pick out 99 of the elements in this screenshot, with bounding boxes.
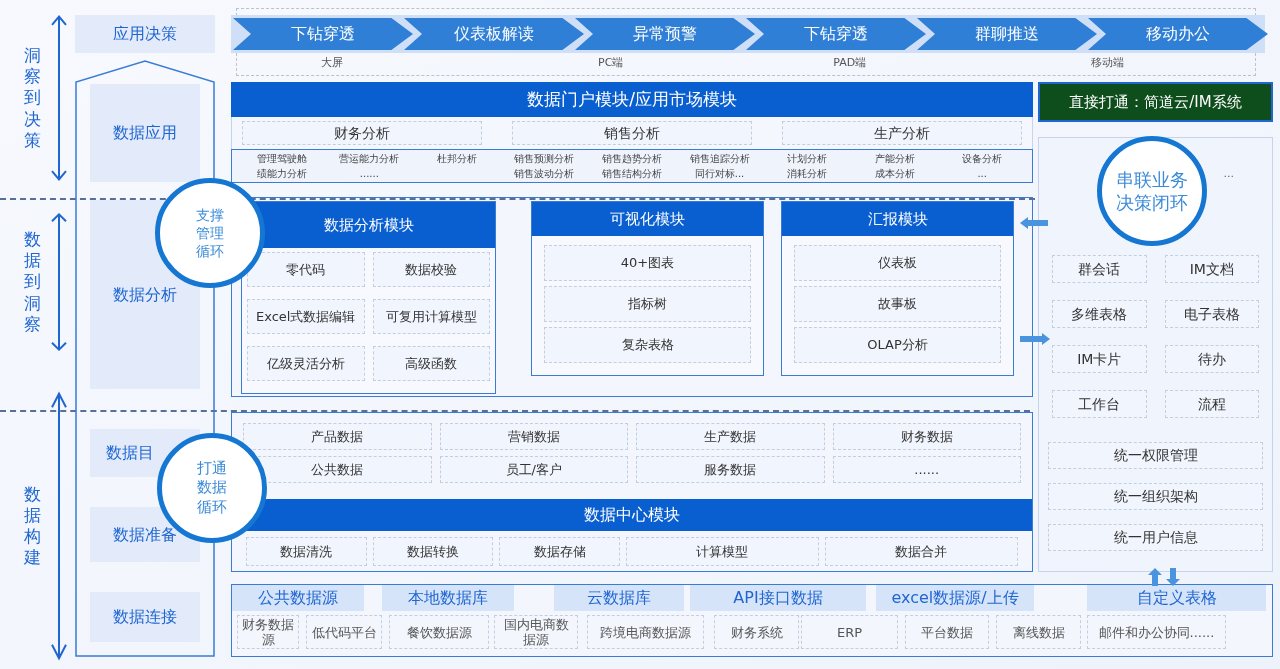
item-tile: 计算模型 bbox=[625, 537, 819, 566]
item-tile: 群会话 bbox=[1052, 255, 1147, 283]
source-item: 财务系统 bbox=[714, 615, 799, 649]
module-header: 汇报模块 bbox=[782, 202, 1013, 236]
item-tile: 亿级灵活分析 bbox=[247, 346, 365, 381]
item-tile: OLAP分析 bbox=[794, 327, 1001, 363]
item-tile: 数据存储 bbox=[499, 537, 620, 566]
up-down-arrows-icon bbox=[1147, 568, 1181, 586]
axis-label: 洞察到决策 bbox=[24, 44, 41, 152]
layer-label: 应用决策 bbox=[75, 15, 215, 53]
item-tile: 统一用户信息 bbox=[1048, 524, 1263, 551]
device-label: 大屏 bbox=[321, 54, 343, 71]
item-tile: 指标树 bbox=[544, 286, 751, 322]
analysis-item: 销售结构分析 bbox=[601, 167, 663, 180]
analysis-item: 同行对标... bbox=[693, 167, 746, 180]
analysis-item: ... bbox=[976, 167, 988, 180]
flow-step: 群聊推送 bbox=[917, 18, 1097, 50]
flow-step: 下钻穿透 bbox=[746, 18, 926, 50]
source-header: 云数据库 bbox=[554, 585, 684, 611]
item-tile: 统一权限管理 bbox=[1048, 442, 1263, 469]
source-item: 邮件和办公协同...... bbox=[1087, 615, 1226, 649]
category-label: 生产分析 bbox=[782, 121, 1022, 145]
item-tile: IM文档 bbox=[1164, 255, 1259, 283]
item-tile: 工作台 bbox=[1052, 390, 1147, 418]
source-item: 离线数据 bbox=[996, 615, 1081, 649]
flow-step: 移动办公 bbox=[1088, 18, 1268, 50]
axis-label: 数据构建 bbox=[24, 483, 41, 569]
left-arrow-icon bbox=[1020, 217, 1048, 229]
source-item: 餐饮数据源 bbox=[389, 615, 489, 649]
device-label: PAD端 bbox=[833, 54, 867, 71]
flow-step: 异常预警 bbox=[575, 18, 755, 50]
source-item: 财务数据源 bbox=[237, 615, 299, 649]
item-tile: 服务数据 bbox=[636, 456, 825, 483]
item-tile: 数据转换 bbox=[372, 537, 494, 566]
loop-badge: 串联业务决策闭环 bbox=[1097, 136, 1207, 246]
module-header: 数据门户模块/应用市场模块 bbox=[231, 82, 1033, 117]
analysis-item: 销售趋势分析 bbox=[601, 152, 663, 165]
analysis-item: 成本分析 bbox=[873, 167, 916, 180]
double-arrow-icon bbox=[51, 15, 67, 181]
analysis-item: 销售预测分析 bbox=[513, 152, 576, 165]
item-tile: 复杂表格 bbox=[544, 327, 751, 363]
integration-banner: 直接打通：简道云/IM系统 bbox=[1038, 82, 1273, 122]
more-label: ... bbox=[1223, 166, 1234, 182]
item-tile: 数据合并 bbox=[824, 537, 1018, 566]
right-arrow-icon bbox=[1020, 333, 1050, 345]
analysis-item: 杜邦分析 bbox=[435, 152, 478, 165]
category-label: 财务分析 bbox=[242, 121, 482, 145]
item-tile: 产品数据 bbox=[243, 423, 432, 450]
item-tile: IM卡片 bbox=[1052, 345, 1147, 373]
analysis-item: 消耗分析 bbox=[786, 167, 829, 180]
item-tile: ...... bbox=[832, 456, 1021, 483]
analysis-item: 营运能力分析 bbox=[338, 152, 401, 165]
item-tile: 高级函数 bbox=[372, 346, 490, 381]
item-tile: 40+图表 bbox=[544, 245, 751, 281]
analysis-item: 销售波动分析 bbox=[513, 167, 576, 180]
item-tile: 可复用计算模型 bbox=[372, 299, 490, 334]
item-tile: 多维表格 bbox=[1052, 300, 1147, 328]
item-tile: 数据清洗 bbox=[246, 537, 367, 566]
source-item: ERP bbox=[801, 615, 898, 649]
item-tile: Excel式数据编辑 bbox=[247, 299, 365, 334]
analysis-item: ...... bbox=[358, 167, 380, 180]
source-item: 低代码平台 bbox=[306, 615, 382, 649]
item-tile: 营销数据 bbox=[439, 423, 628, 450]
item-tile: 零代码 bbox=[247, 252, 365, 287]
layer-label: 数据连接 bbox=[90, 592, 200, 642]
analysis-item: 产能分析 bbox=[873, 152, 916, 165]
item-tile: 财务数据 bbox=[832, 423, 1021, 450]
analysis-item: 设备分析 bbox=[961, 152, 1004, 165]
double-arrow-icon bbox=[51, 391, 67, 661]
analysis-item: 计划分析 bbox=[786, 152, 829, 165]
analysis-item: 绩能力分析 bbox=[255, 167, 308, 180]
source-item: 平台数据 bbox=[905, 615, 989, 649]
source-header: 自定义表格 bbox=[1087, 585, 1266, 611]
source-header: API接口数据 bbox=[690, 585, 866, 611]
axis-label: 数据到洞察 bbox=[24, 228, 41, 336]
layer-label: 数据应用 bbox=[90, 84, 200, 182]
source-header: 公共数据源 bbox=[232, 585, 364, 611]
flow-step: 仪表板解读 bbox=[404, 18, 584, 50]
analysis-item: 销售追踪分析 bbox=[688, 152, 751, 165]
item-tile: 流程 bbox=[1164, 390, 1259, 418]
device-label: 移动端 bbox=[1091, 54, 1125, 71]
flow-step: 下钻穿透 bbox=[233, 18, 413, 50]
item-tile: 电子表格 bbox=[1164, 300, 1259, 328]
source-header: 本地数据库 bbox=[382, 585, 514, 611]
item-tile: 员工/客户 bbox=[439, 456, 628, 483]
source-item: 国内电商数据源 bbox=[494, 615, 578, 649]
module-header: 可视化模块 bbox=[532, 202, 763, 236]
item-tile: 故事板 bbox=[794, 286, 1001, 322]
source-header: excel数据源/上传 bbox=[876, 585, 1034, 611]
analysis-item: 管理驾驶舱 bbox=[255, 152, 308, 165]
double-arrow-icon bbox=[51, 213, 67, 351]
category-label: 销售分析 bbox=[512, 121, 752, 145]
source-item: 跨境电商数据源 bbox=[587, 615, 704, 649]
item-tile: 仪表板 bbox=[794, 245, 1001, 281]
device-label: PC端 bbox=[598, 54, 624, 71]
item-tile: 待办 bbox=[1164, 345, 1259, 373]
item-tile: 统一组织架构 bbox=[1048, 483, 1263, 510]
item-tile: 数据校验 bbox=[372, 252, 490, 287]
item-tile: 生产数据 bbox=[636, 423, 825, 450]
